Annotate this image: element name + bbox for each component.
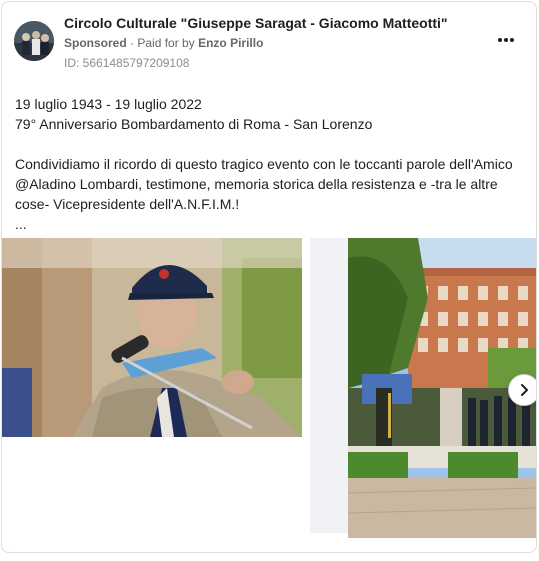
carousel-image-1[interactable] bbox=[2, 238, 302, 437]
paid-for-prefix: Paid for by bbox=[137, 36, 195, 50]
chevron-right-icon bbox=[521, 384, 528, 396]
more-options-icon-dot bbox=[504, 38, 508, 42]
payer-name: Enzo Pirillo bbox=[198, 36, 264, 50]
ad-id: ID: 5661485797209108 bbox=[64, 56, 190, 70]
body-line: cose- Vicepresidente dell'A.N.F.I.M.! bbox=[15, 196, 240, 212]
body-line: @Aladino Lombardi, testimone, memoria st… bbox=[15, 176, 498, 192]
more-options-icon-dot bbox=[510, 38, 514, 42]
page-name[interactable]: Circolo Culturale "Giuseppe Saragat - Gi… bbox=[64, 15, 448, 31]
more-options-icon bbox=[498, 38, 502, 42]
more-options-button[interactable] bbox=[494, 32, 518, 48]
body-line: Condividiamo il ricordo di questo tragic… bbox=[15, 156, 513, 172]
ad-card: Circolo Culturale "Giuseppe Saragat - Gi… bbox=[1, 1, 537, 553]
body-line: 19 luglio 1943 - 19 luglio 2022 bbox=[15, 96, 202, 112]
sponsored-label[interactable]: Sponsored bbox=[64, 36, 127, 50]
carousel-gap bbox=[310, 238, 350, 533]
sponsored-line: Sponsored · Paid for by Enzo Pirillo bbox=[64, 36, 263, 50]
see-more-ellipsis[interactable]: ... bbox=[15, 214, 530, 234]
page-avatar[interactable] bbox=[14, 21, 54, 61]
post-body: 19 luglio 1943 - 19 luglio 2022 79° Anni… bbox=[15, 94, 530, 234]
body-line: 79° Anniversario Bombardamento di Roma -… bbox=[15, 116, 373, 132]
carousel-next-button[interactable] bbox=[508, 374, 536, 406]
